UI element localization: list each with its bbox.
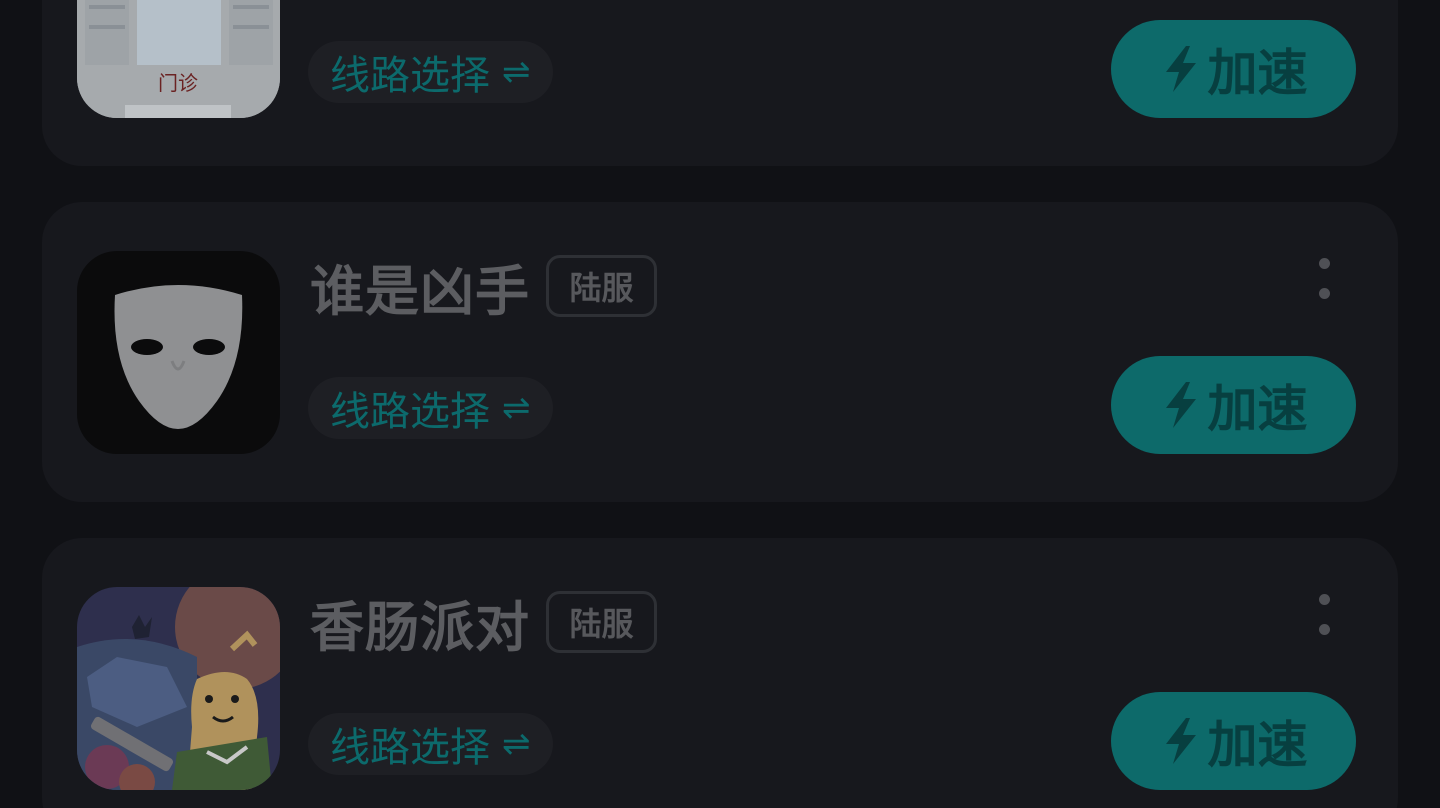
hospital-game-icon[interactable]: 门诊	[77, 0, 280, 118]
route-select-label: 线路选择	[330, 389, 490, 435]
route-select-label: 线路选择	[330, 725, 490, 771]
swap-icon: ⇌	[502, 52, 531, 92]
swap-icon: ⇌	[502, 388, 531, 428]
more-options-icon[interactable]	[1306, 254, 1342, 302]
accelerate-label: 加速	[1207, 44, 1308, 102]
lightning-icon	[1165, 382, 1196, 428]
lightning-icon	[1165, 718, 1196, 764]
accelerate-button[interactable]: 加速	[1111, 20, 1356, 118]
lightning-icon	[1165, 46, 1196, 92]
mask-game-icon[interactable]	[77, 251, 280, 454]
route-select-label: 线路选择	[330, 53, 490, 99]
game-card: 香肠派对 陆服 线路选择 ⇌ 加速	[42, 538, 1398, 808]
game-title: 香肠派对	[310, 595, 530, 659]
sausage-party-game-icon[interactable]	[77, 587, 280, 790]
route-select-button[interactable]: 线路选择 ⇌	[308, 41, 553, 103]
accelerate-button[interactable]: 加速	[1111, 356, 1356, 454]
game-title-row: 香肠派对 陆服	[310, 590, 657, 659]
hospital-sign: 门诊	[158, 71, 198, 95]
game-card: 谁是凶手 陆服 线路选择 ⇌ 加速	[42, 202, 1398, 502]
game-card: 门诊 线路选择 ⇌ 加速	[42, 0, 1398, 166]
game-list: 门诊 线路选择 ⇌ 加速 谁是凶手 陆服 线路选择 ⇌ 加速 香肠派对 陆服 线…	[0, 0, 1440, 808]
accelerate-label: 加速	[1207, 380, 1308, 438]
game-title: 谁是凶手	[310, 259, 530, 323]
region-badge: 陆服	[546, 255, 657, 317]
accelerate-label: 加速	[1207, 716, 1308, 774]
more-options-icon[interactable]	[1306, 590, 1342, 638]
swap-icon: ⇌	[502, 724, 531, 764]
accelerate-button[interactable]: 加速	[1111, 692, 1356, 790]
game-title-row: 谁是凶手 陆服	[310, 254, 657, 323]
route-select-button[interactable]: 线路选择 ⇌	[308, 377, 553, 439]
region-badge: 陆服	[546, 591, 657, 653]
route-select-button[interactable]: 线路选择 ⇌	[308, 713, 553, 775]
